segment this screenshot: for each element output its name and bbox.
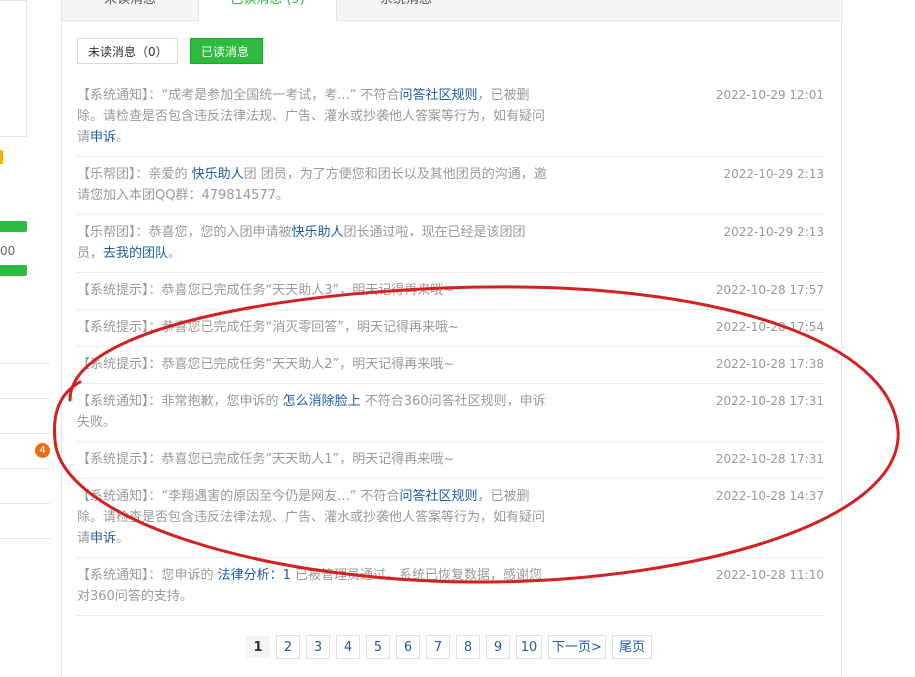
- rules-link[interactable]: 问答社区规则: [400, 489, 478, 504]
- sidebar-divider: [0, 363, 50, 364]
- page-4-button[interactable]: 4: [336, 635, 360, 659]
- message-time: 2022-10-28 11:10: [715, 568, 824, 582]
- message-item: 【系统通知】：“李翔遇害的原因至今仍是网友...” 不符合问答社区规则，已被删除…: [77, 479, 824, 558]
- message-time: 2022-10-28 17:38: [715, 357, 824, 371]
- team-link[interactable]: 快乐助人: [192, 167, 244, 182]
- message-text: 【系统通知】：您申诉的 法律分析：1 已被管理员通过，系统已恢复数据，感谢您对3…: [77, 568, 543, 604]
- message-time: 2022-10-28 14:37: [715, 489, 824, 503]
- message-time: 2022-10-28 17:57: [715, 283, 824, 297]
- appeal-link[interactable]: 申诉: [90, 531, 116, 546]
- message-time: 2022-10-29 2:13: [723, 167, 825, 181]
- message-item: 【系统提示】：恭喜您已完成任务“天天助人1”，明天记得再来哦~ 2022-10-…: [77, 442, 824, 479]
- message-list: 【系统通知】：“成考是参加全国统一考试，考...” 不符合问答社区规则，已被删除…: [77, 78, 824, 616]
- page-1-button[interactable]: 1: [245, 635, 271, 659]
- sidebar-divider: [0, 468, 50, 469]
- page-7-button[interactable]: 7: [426, 635, 450, 659]
- notification-badge[interactable]: 4: [35, 443, 50, 458]
- message-item: 【系统提示】：恭喜您已完成任务“天天助人3”，明天记得再来哦~ 2022-10-…: [77, 273, 824, 310]
- my-team-link[interactable]: 去我的团队: [103, 246, 168, 261]
- tab-read[interactable]: 已读消息 (9): [198, 0, 337, 21]
- message-text: 【乐帮团】：亲爱的 快乐助人团 团员，为了方便您和团长以及其他团员的沟通，邀请您…: [77, 167, 547, 203]
- sidebar-amount: 00: [0, 244, 16, 258]
- question-link[interactable]: 法律分析：1: [218, 568, 291, 583]
- sidebar-progress-bar: [0, 265, 27, 276]
- page-3-button[interactable]: 3: [306, 635, 330, 659]
- sidebar-divider: [0, 503, 50, 504]
- left-sidebar: 00 4: [0, 0, 50, 677]
- page-6-button[interactable]: 6: [396, 635, 420, 659]
- page-10-button[interactable]: 10: [516, 635, 542, 659]
- message-item: 【系统提示】：恭喜您已完成任务“天天助人2”，明天记得再来哦~ 2022-10-…: [77, 347, 824, 384]
- message-time: 2022-10-29 2:13: [723, 225, 825, 239]
- message-text: 【系统通知】：非常抱歉，您申诉的 怎么消除脸上 不符合360问答社区规则，申诉失…: [77, 394, 546, 430]
- tab-unread[interactable]: 未读消息: [62, 0, 198, 20]
- message-item: 【系统通知】：非常抱歉，您申诉的 怎么消除脸上 不符合360问答社区规则，申诉失…: [77, 384, 824, 442]
- message-time: 2022-10-29 12:01: [715, 88, 824, 102]
- message-item: 【乐帮团】：亲爱的 快乐助人团 团员，为了方便您和团长以及其他团员的沟通，邀请您…: [77, 157, 824, 215]
- page-9-button[interactable]: 9: [486, 635, 510, 659]
- page-2-button[interactable]: 2: [276, 635, 300, 659]
- next-page-button[interactable]: 下一页>: [548, 635, 606, 659]
- sidebar-yellow-marker: [0, 150, 3, 164]
- message-item: 【乐帮团】：恭喜您，您的入团申请被快乐助人团长通过啦，现在已经是该团团员，去我的…: [77, 215, 824, 273]
- message-text: 【系统通知】：“李翔遇害的原因至今仍是网友...” 不符合问答社区规则，已被删除…: [77, 489, 546, 546]
- sidebar-divider: [0, 433, 50, 434]
- message-time: 2022-10-28 17:31: [715, 394, 824, 408]
- rules-link[interactable]: 问答社区规则: [400, 88, 478, 103]
- message-item: 【系统提示】：恭喜您已完成任务“消灭零回答”，明天记得再来哦~ 2022-10-…: [77, 310, 824, 347]
- appeal-link[interactable]: 申诉: [90, 130, 116, 145]
- team-link[interactable]: 快乐助人: [292, 225, 344, 240]
- tab-system[interactable]: 系统消息: [336, 0, 476, 20]
- sidebar-divider: [0, 398, 50, 399]
- message-text: 【系统提示】：恭喜您已完成任务“天天助人2”，明天记得再来哦~: [77, 357, 455, 372]
- message-tabs: 未读消息 已读消息 (9) 系统消息: [62, 0, 841, 21]
- message-time: 2022-10-28 17:31: [715, 452, 824, 466]
- message-item: 【系统通知】：您申诉的 法律分析：1 已被管理员通过，系统已恢复数据，感谢您对3…: [77, 558, 824, 616]
- message-text: 【系统通知】：“成考是参加全国统一考试，考...” 不符合问答社区规则，已被删除…: [77, 88, 546, 145]
- sidebar-progress-bar: [0, 221, 27, 232]
- message-panel: 未读消息 已读消息 (9) 系统消息 未读消息（0） 已读消息 【系统通知】：“…: [61, 0, 842, 677]
- sidebar-divider: [0, 538, 50, 539]
- message-item: 【系统通知】：“成考是参加全国统一考试，考...” 不符合问答社区规则，已被删除…: [77, 78, 824, 157]
- message-text: 【系统提示】：恭喜您已完成任务“天天助人3”，明天记得再来哦~: [77, 283, 455, 298]
- message-time: 2022-10-28 17:54: [715, 320, 824, 334]
- message-text: 【系统提示】：恭喜您已完成任务“天天助人1”，明天记得再来哦~: [77, 452, 455, 467]
- message-text: 【乐帮团】：恭喜您，您的入团申请被快乐助人团长通过啦，现在已经是该团团员，去我的…: [77, 225, 526, 261]
- question-link[interactable]: 怎么消除脸上: [283, 394, 361, 409]
- sidebar-card: [0, 0, 27, 137]
- unread-filter-button[interactable]: 未读消息（0）: [77, 38, 178, 64]
- message-text: 【系统提示】：恭喜您已完成任务“消灭零回答”，明天记得再来哦~: [77, 320, 459, 335]
- page-8-button[interactable]: 8: [456, 635, 480, 659]
- last-page-button[interactable]: 尾页: [612, 635, 652, 659]
- read-filter-button[interactable]: 已读消息: [190, 38, 263, 64]
- page-5-button[interactable]: 5: [366, 635, 390, 659]
